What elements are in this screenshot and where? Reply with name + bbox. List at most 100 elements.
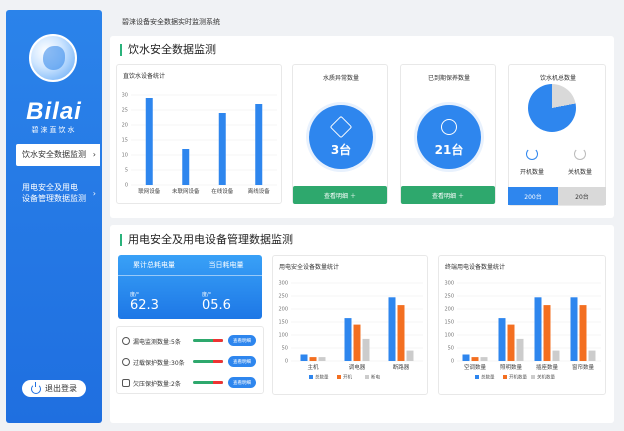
card-title: 水质异常数量 <box>322 75 359 82</box>
warning-icon <box>122 358 130 366</box>
y-tick-label: 20 <box>122 123 128 129</box>
bar-插座数量 <box>543 305 551 361</box>
legend-swatch <box>309 375 313 379</box>
quality-value: 3台 <box>330 143 352 157</box>
y-tick-label: 250 <box>278 294 288 300</box>
sidebar-item-water-safety[interactable]: 饮水安全数据监测 › <box>16 144 100 166</box>
divider <box>118 275 262 276</box>
bar-照明数量 <box>516 338 524 361</box>
x-tick-label: 主机 <box>307 363 319 371</box>
x-tick-label: 插座数量 <box>536 363 559 371</box>
bar-主机 <box>318 357 326 361</box>
overload-detail-button[interactable]: 查看明细 <box>228 356 256 367</box>
undervoltage-detail-button[interactable]: 查看明细 <box>228 377 256 388</box>
sidebar: Bilai 碧涞直饮水 饮水安全数据监测 › 用电安全及用电 设备管理数据监测 … <box>6 10 102 423</box>
chevron-right-icon: › <box>92 150 96 159</box>
today-energy-value: 05.6 <box>202 298 231 313</box>
bar-调电器 <box>353 324 361 361</box>
progress-bar <box>193 360 223 363</box>
legend-swatch <box>337 375 341 379</box>
on-count-label: 开机数量 <box>519 169 544 176</box>
bar-照明数量 <box>507 324 515 361</box>
y-tick-label: 300 <box>278 281 288 287</box>
sidebar-item-label: 饮水安全数据监测 <box>22 150 86 159</box>
bar-未联网设备 <box>182 149 190 185</box>
x-tick-label: 断路器 <box>393 363 410 371</box>
legend-label: 总数量 <box>481 374 495 381</box>
device-bar-chart: 0 5 10 15 20 25 30 联网设备 未联网设备 在线设备 离线设备 <box>122 93 277 195</box>
maintenance-detail-button[interactable]: 查看明细 ＋ <box>401 186 495 204</box>
sidebar-item-power-safety[interactable]: 用电安全及用电 设备管理数据监测 › <box>16 182 100 206</box>
total-energy-value: 62.3 <box>130 298 159 313</box>
bar-调电器 <box>362 338 370 361</box>
y-tick-label: 250 <box>444 294 454 300</box>
leakage-detail-button[interactable]: 查看明细 <box>228 335 256 346</box>
legend-label: 开机数量 <box>509 374 527 381</box>
power-off-icon <box>574 148 586 160</box>
logout-button[interactable]: 退出登录 <box>22 380 86 397</box>
y-tick-label: 200 <box>278 307 288 313</box>
app-title: 碧涞设备安全数据实时监测系统 <box>122 18 220 26</box>
y-tick-label: 10 <box>122 153 128 159</box>
lock-icon <box>122 379 130 387</box>
bar-断路器 <box>388 297 396 361</box>
bar-调电器 <box>344 318 352 361</box>
x-tick-label: 调电器 <box>349 363 366 371</box>
bar-主机 <box>300 354 308 361</box>
protection-label: 漏电监测数量:5条 <box>133 338 181 346</box>
water-quality-card: 水质异常数量 3台 查看明细 ＋ <box>292 64 388 204</box>
bar-主机 <box>309 357 317 361</box>
bar-插座数量 <box>552 350 560 361</box>
legend-swatch <box>365 375 369 379</box>
bar-空调数量 <box>471 357 479 361</box>
off-count-value: 20台 <box>558 187 606 205</box>
gear-icon <box>122 337 130 345</box>
today-energy-label: 当日耗电量 <box>208 261 244 269</box>
protection-row-undervoltage: 欠压保护数量:2条 查看明细 <box>122 377 262 389</box>
device-chart-card: 直饮水设备统计 0 5 10 15 20 25 30 联网设备 未联网设备 在线设备 离线设备 <box>116 64 282 204</box>
legend-swatch <box>475 375 479 379</box>
y-tick-label: 300 <box>444 281 454 287</box>
y-tick-label: 15 <box>122 138 128 144</box>
safety-bar-chart: 0 50 100 150 200 250 300 主机 调电器 断路器总数量 开机 断电 <box>278 281 423 381</box>
bar-窗帘数量 <box>588 350 596 361</box>
protection-row-overload: 过载保护数量:30条 查看明细 <box>122 356 262 368</box>
progress-bar <box>193 339 223 342</box>
card-title: 已到期保养数量 <box>427 75 470 82</box>
y-tick-label: 0 <box>451 359 454 365</box>
y-tick-label: 5 <box>125 168 128 174</box>
bar-窗帘数量 <box>579 305 587 361</box>
machines-pie-chart <box>528 84 576 132</box>
maintenance-value: 21台 <box>434 143 464 157</box>
logout-label: 退出登录 <box>45 384 77 393</box>
quality-detail-button[interactable]: 查看明细 ＋ <box>293 186 387 204</box>
card-title: 饮水机总数量 <box>539 75 576 82</box>
x-tick-label: 未联网设备 <box>172 187 200 195</box>
alarm-warning-icon <box>441 119 457 135</box>
maintenance-card: 已到期保养数量 21台 查看明细 ＋ <box>400 64 496 204</box>
progress-bar <box>193 381 223 384</box>
bar-空调数量 <box>462 354 470 361</box>
bar-联网设备 <box>145 98 153 185</box>
y-tick-label: 100 <box>444 333 454 339</box>
legend-swatch <box>503 375 507 379</box>
protection-label: 过载保护数量:30条 <box>133 359 185 367</box>
y-tick-label: 0 <box>125 183 128 189</box>
protection-row-leakage: 漏电监测数量:5条 查看明细 <box>122 335 262 347</box>
y-tick-label: 100 <box>278 333 288 339</box>
x-tick-label: 窗帘数量 <box>572 363 595 371</box>
globe-logo-icon <box>29 34 77 82</box>
legend-label: 断电 <box>371 374 380 381</box>
y-tick-label: 150 <box>444 320 454 326</box>
bar-插座数量 <box>534 297 542 361</box>
power-on-icon <box>526 148 538 160</box>
energy-card: 累计总耗电量 当日耗电量 度/° 度/° 62.3 05.6 <box>118 255 262 319</box>
on-count-value: 200台 <box>508 187 558 205</box>
terminal-bar-chart: 0 50 100 150 200 250 300 空调数量 照明数量 插座数量 窗帘数量总数量 开机数… <box>444 281 601 381</box>
x-tick-label: 离线设备 <box>248 187 271 195</box>
total-energy-label: 累计总耗电量 <box>133 261 175 269</box>
terminal-chart-card: 终端用电设备数量统计 0 50 100 150 200 250 300 空调数量 照明数量 插座数… <box>438 255 606 395</box>
legend-label: 总数量 <box>315 374 329 381</box>
flask-icon <box>329 115 353 139</box>
legend-label: 关机数量 <box>537 374 555 381</box>
